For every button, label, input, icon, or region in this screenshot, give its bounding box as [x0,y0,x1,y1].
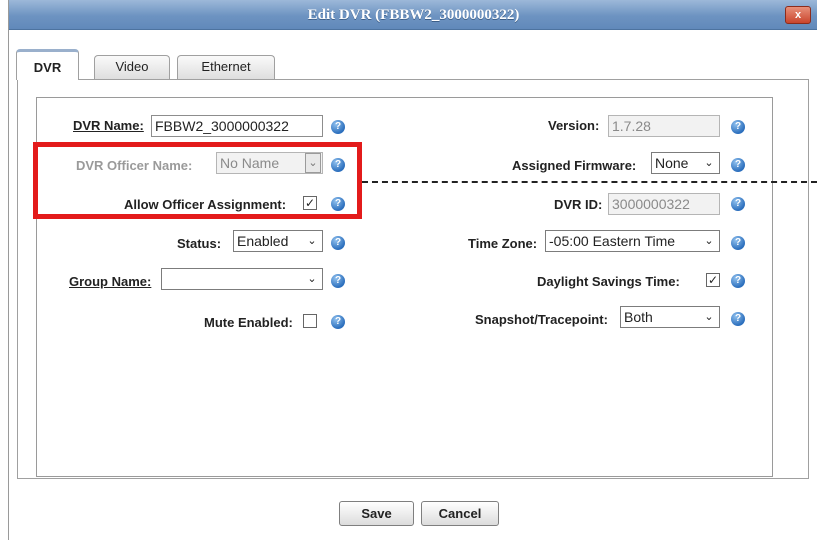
mute-enabled-help-icon[interactable]: ? [331,315,345,329]
tab-video[interactable]: Video [94,55,170,79]
daylight-savings-label: Daylight Savings Time: [537,274,680,289]
dvr-id-help-icon[interactable]: ? [731,197,745,211]
time-zone-help-icon[interactable]: ? [731,236,745,250]
group-name-label[interactable]: Group Name: [69,274,151,289]
close-button[interactable]: x [785,6,811,24]
status-value: Enabled [237,233,289,249]
dvr-id-field: 3000000322 [608,193,720,215]
time-zone-select[interactable]: -05:00 Eastern Time ⌄ [545,230,720,252]
time-zone-value: -05:00 Eastern Time [549,233,676,249]
chevron-down-icon: ⌄ [307,235,317,247]
snapshot-tracepoint-label: Snapshot/Tracepoint: [475,312,608,327]
snapshot-tracepoint-select[interactable]: Both ⌄ [620,306,720,328]
chevron-down-icon: ⌄ [307,273,317,285]
group-name-help-icon[interactable]: ? [331,274,345,288]
cancel-button[interactable]: Cancel [421,501,499,526]
group-name-select[interactable]: ⌄ [161,268,323,290]
chevron-down-icon: ⌄ [704,311,714,323]
assigned-firmware-select[interactable]: None ⌄ [651,152,720,174]
chevron-down-icon: ⌄ [704,157,714,169]
status-help-icon[interactable]: ? [331,236,345,250]
dialog-title: Edit DVR (FBBW2_3000000322) [307,7,520,23]
mute-enabled-label: Mute Enabled: [204,315,293,330]
snapshot-tracepoint-help-icon[interactable]: ? [731,312,745,326]
chevron-down-icon: ⌄ [704,235,714,247]
dvr-name-field[interactable]: FBBW2_3000000322 [151,115,323,137]
daylight-savings-help-icon[interactable]: ? [731,274,745,288]
assigned-firmware-help-icon[interactable]: ? [731,158,745,172]
dvr-name-help-icon[interactable]: ? [331,120,345,134]
status-label: Status: [177,236,222,251]
tab-ethernet[interactable]: Ethernet [177,55,275,79]
tab-dvr[interactable]: DVR [16,49,79,80]
assigned-firmware-value: None [655,155,689,171]
assigned-firmware-label: Assigned Firmware: [512,158,637,173]
daylight-savings-checkbox[interactable]: ✓ [706,273,720,287]
version-help-icon[interactable]: ? [731,120,745,134]
dvr-name-label[interactable]: DVR Name: [73,118,144,133]
highlight-box [33,142,362,219]
mute-enabled-checkbox[interactable] [303,314,317,328]
version-field: 1.7.28 [608,115,720,137]
save-button[interactable]: Save [339,501,414,526]
time-zone-label: Time Zone: [468,236,538,251]
snapshot-tracepoint-value: Both [624,309,653,325]
dvr-id-label: DVR ID: [554,197,603,212]
status-select[interactable]: Enabled ⌄ [233,230,323,252]
callout-dashed-line [362,181,817,183]
version-label: Version: [548,118,600,133]
dialog-titlebar: Edit DVR (FBBW2_3000000322) x [9,0,817,30]
